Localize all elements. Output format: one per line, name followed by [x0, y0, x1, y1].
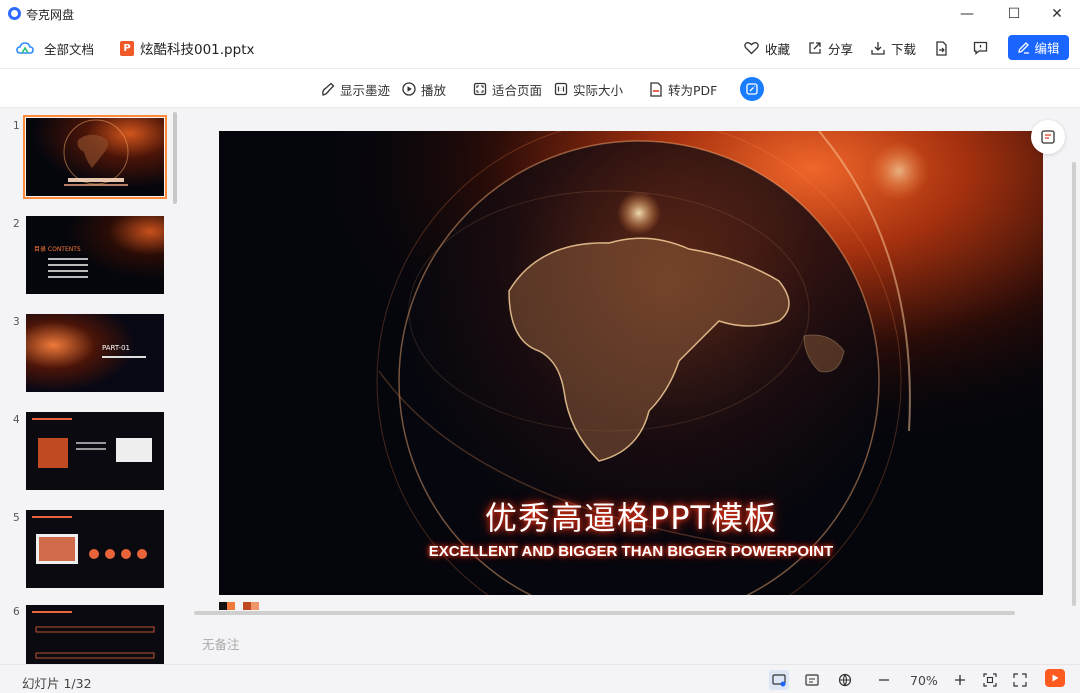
thumbnail-scrollbar[interactable] [173, 112, 177, 204]
quark-logo-icon [8, 7, 21, 20]
minimize-button[interactable]: — [944, 0, 990, 28]
slide-subtitle: EXCELLENT AND BIGGER THAN BIGGER POWERPO… [428, 543, 834, 560]
fullscreen-button[interactable] [1010, 670, 1030, 690]
globe-icon [838, 673, 852, 687]
slides-grid-icon [1041, 130, 1055, 144]
download-icon [871, 42, 885, 55]
status-bar: 幻灯片 1/32 70% [0, 664, 1080, 693]
download-button[interactable]: 下载 [871, 36, 916, 60]
fit-page-button[interactable]: 适合页面 [473, 79, 542, 99]
zoom-out-button[interactable] [874, 670, 894, 690]
thumbnail-panel: 1 2 目录 CONTENTS 3 PART-01 4 5 6 [0, 108, 183, 664]
thumbnail-image [26, 314, 164, 392]
thumb-number: 6 [13, 606, 20, 618]
notes-view-icon [805, 674, 819, 686]
play-circle-icon [402, 82, 416, 96]
slide-overview-button[interactable] [1031, 120, 1065, 154]
notes-view-button[interactable] [802, 670, 822, 690]
cloud-icon [16, 42, 34, 54]
zoom-in-button[interactable] [950, 670, 970, 690]
play-icon [1052, 674, 1059, 682]
normal-view-button[interactable] [769, 670, 789, 690]
actual-size-button[interactable]: 实际大小 [554, 79, 623, 99]
show-ink-button[interactable]: 显示墨迹 [320, 79, 390, 99]
file-export-icon [936, 40, 947, 56]
fit-page-icon [473, 82, 487, 96]
color-swatch [243, 602, 251, 610]
slideshow-play-button[interactable] [1045, 669, 1065, 687]
export-button[interactable] [934, 36, 948, 60]
horizontal-scrollbar[interactable] [194, 611, 1015, 615]
notes-placeholder[interactable]: 无备注 [202, 634, 240, 653]
feedback-button[interactable] [973, 36, 988, 60]
play-button[interactable]: 播放 [402, 79, 446, 99]
edit-button[interactable]: 编辑 [1008, 35, 1069, 60]
convert-pdf-button[interactable]: 转为PDF [649, 79, 717, 99]
vertical-scrollbar[interactable] [1072, 162, 1076, 606]
zoom-level: 70% [910, 673, 938, 688]
thumbnail-image [26, 605, 164, 664]
thumbnail-slide-2[interactable]: 目录 CONTENTS [26, 216, 164, 294]
thumbnail-image [26, 412, 164, 490]
fullscreen-icon [1013, 673, 1027, 687]
all-docs-label: 全部文档 [44, 41, 95, 57]
thumb-heading: 目录 CONTENTS [34, 246, 81, 253]
thumbnail-slide-1[interactable] [23, 115, 167, 199]
ink-pen-icon [322, 82, 335, 96]
thumbnail-image [26, 510, 164, 588]
thumbnail-slide-6[interactable] [26, 605, 164, 664]
fit-window-button[interactable] [980, 670, 1000, 690]
pdf-icon [650, 81, 662, 97]
favorite-button[interactable]: 收藏 [744, 36, 790, 60]
slide-counter: 幻灯片 1/32 [22, 676, 92, 691]
thumbnail-slide-3[interactable]: PART-01 [26, 314, 164, 392]
thumbnail-slide-4[interactable] [26, 412, 164, 490]
web-view-button[interactable] [835, 670, 855, 690]
all-docs-button[interactable]: 全部文档 [16, 36, 94, 60]
thumb-number: 2 [13, 218, 20, 230]
thumbnail-slide-5[interactable] [26, 510, 164, 588]
thumb-number: 5 [13, 512, 20, 524]
share-icon [809, 42, 821, 54]
thumb-number: 3 [13, 316, 20, 328]
ai-assistant-button[interactable] [740, 77, 764, 101]
close-button[interactable]: ✕ [1034, 0, 1080, 28]
share-button[interactable]: 分享 [808, 36, 853, 60]
current-slide: 优秀高逼格PPT模板 EXCELLENT AND BIGGER THAN BIG… [219, 131, 1043, 595]
fit-window-icon [983, 673, 997, 687]
app-name: 夸克网盘 [26, 8, 75, 22]
thumbnail-image [26, 216, 164, 294]
normal-view-icon [772, 673, 786, 686]
actual-size-icon [554, 82, 568, 96]
thumb-number: 4 [13, 414, 20, 426]
thumb-part-label: PART-01 [102, 344, 130, 352]
heart-icon [744, 42, 759, 55]
header-toolbar: 全部文档 P 炫酷科技001.pptx 收藏 分享 下载 [0, 28, 1080, 68]
feedback-icon [973, 41, 988, 55]
color-swatch [219, 602, 227, 610]
file-name: 炫酷科技001.pptx [140, 42, 255, 58]
view-toolbar: 显示墨迹 播放 适合页面 实际大小 转为PDF [0, 68, 1080, 108]
thumbnail-image [26, 118, 164, 196]
thumb-number: 1 [13, 120, 20, 132]
minus-icon [879, 679, 889, 681]
color-swatch [227, 602, 235, 610]
file-title: P 炫酷科技001.pptx [120, 36, 254, 60]
color-swatch [251, 602, 259, 610]
pptx-file-icon: P [120, 40, 134, 56]
title-bar: 夸克网盘 — ☐ ✕ [0, 0, 1080, 28]
pencil-icon [1018, 42, 1030, 54]
slide-title: 优秀高逼格PPT模板 [484, 499, 778, 537]
ai-edit-icon [746, 83, 758, 95]
maximize-button[interactable]: ☐ [991, 0, 1037, 28]
plus-icon [955, 675, 965, 685]
